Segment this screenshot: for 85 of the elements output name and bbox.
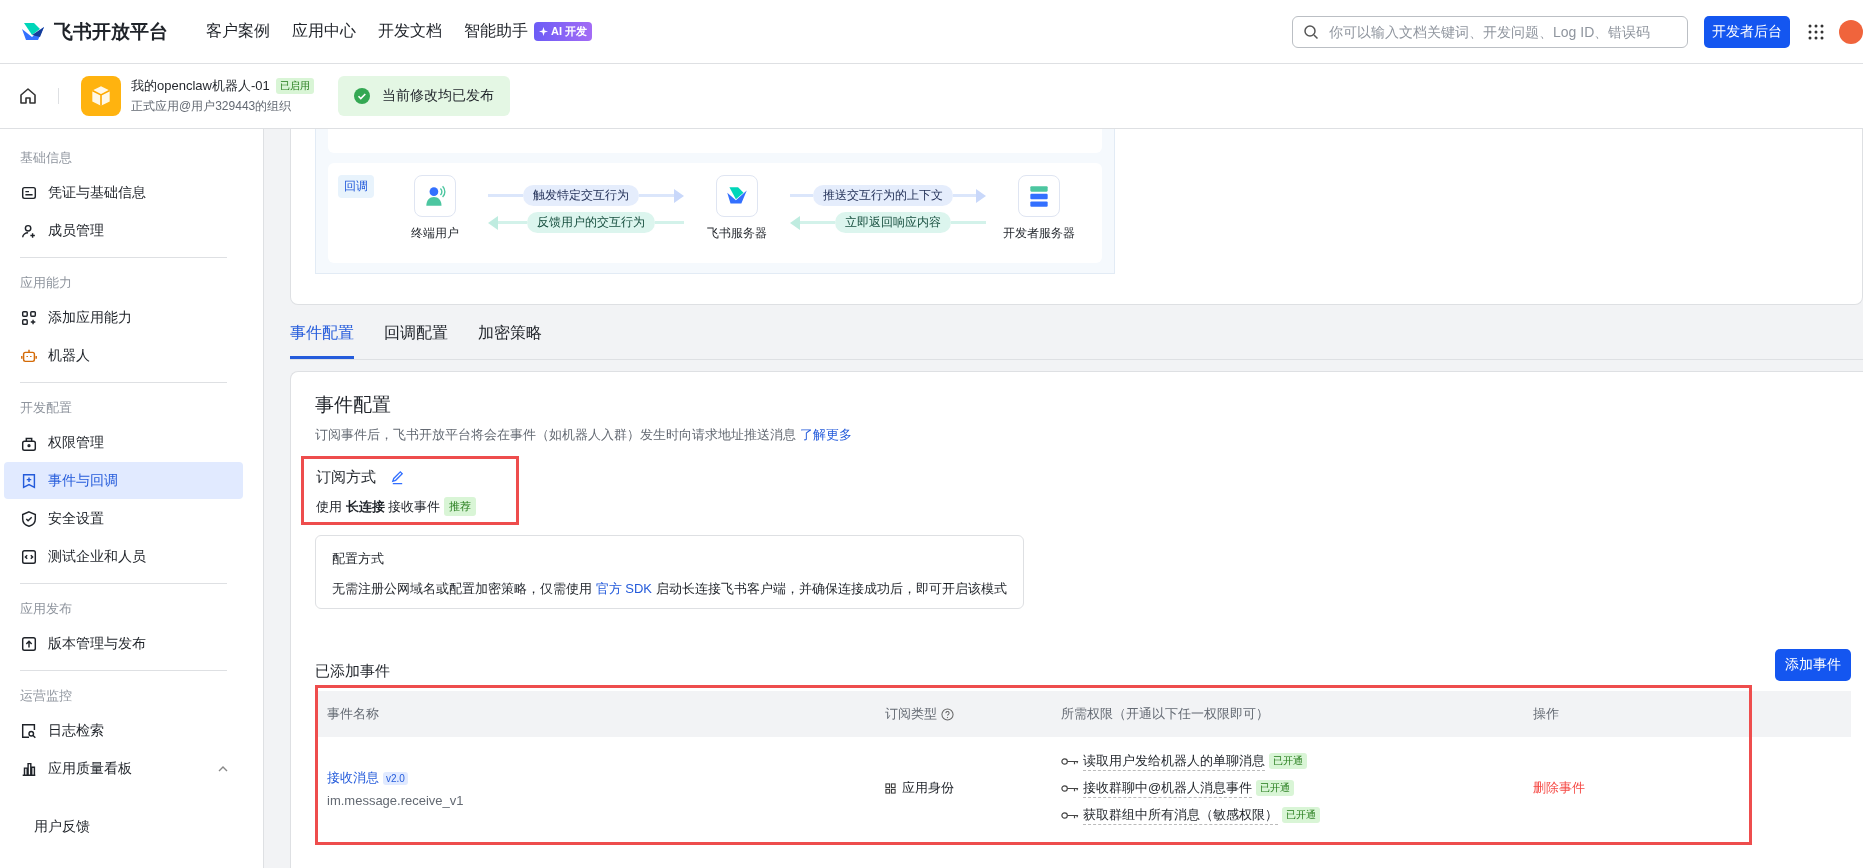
sdk-link[interactable]: 官方 SDK: [595, 581, 652, 596]
column-header: 订阅类型: [885, 705, 937, 723]
subscription-type: 应用身份: [902, 779, 954, 797]
sidebar-item[interactable]: 应用质量看板: [4, 750, 243, 787]
key-icon: [1061, 783, 1079, 793]
mode-description: 无需注册公网域名或配置加密策略，仅需使用 官方 SDK 启动长连接飞书客户端，并确保连接成功后，即可开启该模式: [332, 580, 1007, 598]
subscription-title: 订阅方式: [316, 468, 376, 487]
sidebar-item[interactable]: 测试企业和人员: [4, 538, 243, 575]
node-label: 终端用户: [410, 225, 459, 242]
sidebar-item[interactable]: 版本管理与发布: [4, 625, 243, 662]
sidebar-group-title: 应用发布: [19, 600, 73, 618]
sidebar-group-title: 基础信息: [19, 149, 73, 167]
add-event-button[interactable]: 添加事件: [1775, 649, 1851, 681]
check-icon: [353, 88, 370, 104]
logo-icon: [20, 20, 46, 43]
event-key: im.message.receive_v1: [327, 792, 885, 808]
sidebar-item[interactable]: 添加应用能力: [4, 299, 243, 336]
code-icon: [20, 547, 38, 566]
permission-status-tag: 已开通: [1282, 807, 1320, 823]
delete-event-link[interactable]: 删除事件: [1533, 780, 1585, 795]
nav-link[interactable]: 智能助手: [464, 21, 528, 42]
node-label: 飞书服务器: [707, 225, 767, 242]
sidebar-subitem[interactable]: 用户反馈: [0, 799, 130, 851]
nav-link[interactable]: 应用中心: [292, 21, 356, 42]
search-field[interactable]: 你可以输入文档关键词、开发问题、Log ID、错误码: [1292, 15, 1688, 48]
column-header: 操作: [1533, 705, 1560, 723]
sidebar-item[interactable]: 安全设置: [4, 500, 243, 537]
key-icon: [1061, 756, 1079, 766]
column-header: 所需权限（开通以下任一权限即可）: [1061, 705, 1270, 723]
permission-name[interactable]: 获取群组中所有消息（敏感权限）: [1083, 805, 1278, 825]
nav-link[interactable]: 开发文档: [378, 21, 442, 42]
sidebar-group-title: 应用能力: [19, 274, 73, 292]
ai-badge[interactable]: AI 开发: [534, 22, 593, 41]
recommended-tag: 推荐: [444, 497, 477, 516]
version-tag: v2.0: [383, 771, 408, 785]
log-search-icon: [20, 721, 38, 740]
tab[interactable]: 事件配置: [290, 323, 354, 359]
app-name: 我的openclaw机器人-01: [131, 77, 270, 95]
edit-icon[interactable]: [390, 470, 405, 485]
subscription-mode: 使用 长连接 接收事件: [316, 497, 441, 516]
tab[interactable]: 加密策略: [478, 323, 542, 359]
nav-link[interactable]: 客户案例: [206, 21, 270, 42]
learn-more-link[interactable]: 了解更多: [799, 427, 852, 442]
sidebar-item[interactable]: 成员管理: [4, 212, 243, 249]
app-subtitle: 正式应用@用户329443的组织: [131, 98, 293, 115]
user-icon: [413, 175, 456, 217]
section-title: 事件配置: [315, 393, 392, 417]
permission-name[interactable]: 接收群聊中@机器人消息事件: [1083, 778, 1253, 798]
brand-name[interactable]: 飞书开放平台: [54, 18, 168, 45]
sidebar-item[interactable]: 凭证与基础信息: [4, 174, 243, 211]
mode-title: 配置方式: [332, 550, 385, 568]
developer-console-button[interactable]: 开发者后台: [1704, 15, 1790, 48]
sidebar-group-title: 开发配置: [19, 399, 73, 417]
key-icon: [1061, 810, 1079, 820]
tab[interactable]: 回调配置: [384, 323, 448, 359]
apps-icon: [885, 782, 896, 794]
home-icon[interactable]: [18, 86, 38, 106]
sidebar-item[interactable]: 日志检索: [4, 712, 243, 749]
status-tag: 已启用: [275, 78, 314, 94]
permission-status-tag: 已开通: [1269, 753, 1307, 769]
app-icon: [81, 76, 121, 116]
avatar-icon[interactable]: [1839, 19, 1863, 44]
added-events-title: 已添加事件: [315, 662, 390, 681]
notice-text: 当前修改均已发布: [381, 87, 494, 105]
search-icon: [1303, 23, 1319, 40]
apps-icon: [20, 308, 38, 327]
section-description: 订阅事件后，飞书开放平台将会在事件（如机器人入群）发生时向请求地址推送消息 了解更多: [315, 426, 853, 444]
sparkle-icon: [539, 27, 548, 36]
callback-tag: 回调: [338, 175, 374, 198]
permission-name[interactable]: 读取用户发给机器人的单聊消息: [1083, 751, 1265, 771]
message-plus-icon: [20, 471, 38, 490]
event-name-link[interactable]: 接收消息: [327, 769, 379, 785]
permission-status-tag: 已开通: [1256, 780, 1295, 796]
upload-icon: [20, 634, 38, 653]
node-label: 开发者服务器: [1003, 225, 1076, 242]
shield-icon: [20, 509, 38, 528]
column-header: 事件名称: [326, 705, 380, 723]
sidebar-item[interactable]: 权限管理: [4, 424, 243, 461]
sidebar-group-title: 运营监控: [19, 687, 73, 705]
bird-logo-icon: [716, 175, 758, 217]
help-icon[interactable]: [941, 707, 954, 721]
server-icon: [1018, 175, 1061, 217]
apps-menu-icon[interactable]: [1808, 23, 1824, 40]
sidebar-item[interactable]: 事件与回调: [4, 462, 243, 499]
sidebar-item[interactable]: 机器人: [4, 337, 243, 374]
